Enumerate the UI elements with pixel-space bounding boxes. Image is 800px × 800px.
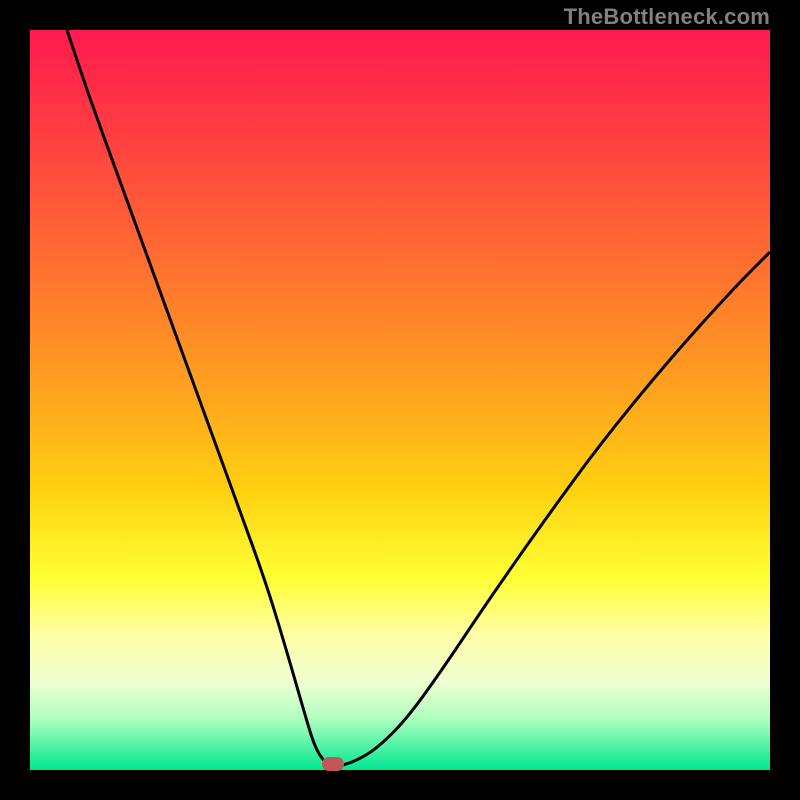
optimal-point-marker [322,757,344,771]
bottleneck-curve [67,30,770,766]
watermark-text: TheBottleneck.com [564,4,770,30]
curve-svg [30,30,770,770]
chart-frame: TheBottleneck.com [0,0,800,800]
plot-area [30,30,770,770]
